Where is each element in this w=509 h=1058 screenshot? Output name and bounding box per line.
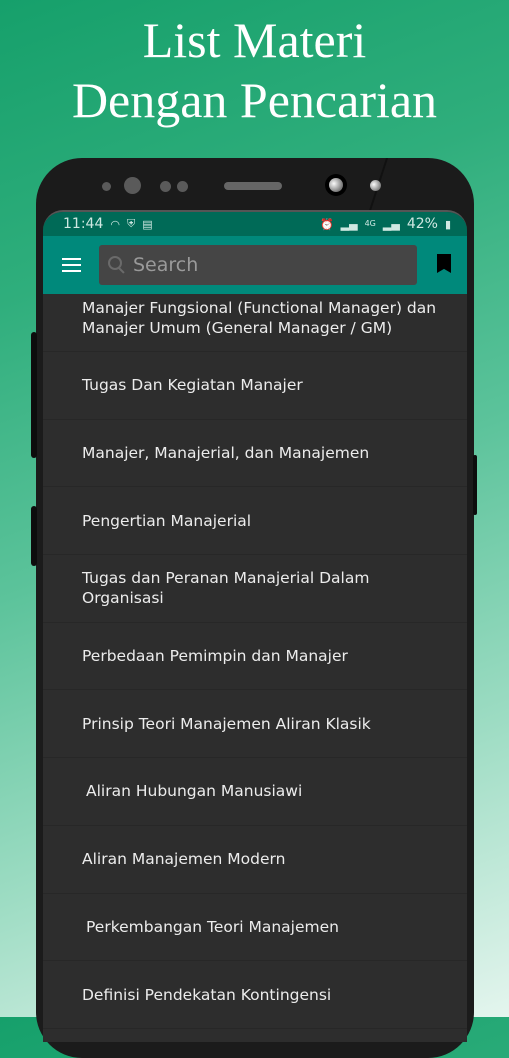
sensor-dot [160, 181, 171, 192]
battery-charging-icon: ▮ [444, 217, 451, 231]
list-item[interactable]: Tugas Dan Kegiatan Manajer [43, 352, 467, 420]
proximity-sensor [124, 177, 141, 194]
phone-screen: 11:44 ◠ ⛨ ▤ ⏰ ▂▄ 4G ▂▄ 42% ▮ Manajer Fu [43, 210, 467, 1042]
sensor-dot [102, 182, 111, 191]
cloud-icon: ◠ [110, 217, 120, 231]
list-item[interactable]: Perkembangan Teori Manajemen [43, 894, 467, 962]
list-item[interactable]: Perbedaan Pemimpin dan Manajer [43, 623, 467, 691]
list-item-label: Manajer Fungsional (Functional Manager) … [82, 299, 437, 337]
list-item-label: Perkembangan Teori Manajemen [86, 917, 339, 936]
list-item-label: Definisi Pendekatan Kontingensi [82, 985, 332, 1004]
wifi-icon: ▤ [142, 217, 153, 231]
list-item[interactable]: Tugas dan Peranan Manajerial Dalam Organ… [43, 555, 467, 623]
list-item[interactable]: Manajer Fungsional (Functional Manager) … [43, 294, 467, 352]
shield-icon: ⛨ [126, 217, 136, 230]
list-item-label: Perbedaan Pemimpin dan Manajer [82, 647, 348, 666]
hamburger-menu-icon [61, 258, 81, 272]
signal-icon: ▂▄ [340, 217, 358, 231]
earpiece-speaker [224, 182, 282, 190]
list-item[interactable]: Manajer, Manajerial, dan Manajemen [43, 420, 467, 488]
list-item-label: Tugas dan Peranan Manajerial Dalam Organ… [82, 569, 370, 608]
promo-title-line-2: Dengan Pencarian [71, 72, 438, 128]
list-item[interactable]: Definisi Pendekatan Kontingensi [43, 961, 467, 1029]
sensor-dot [177, 181, 188, 192]
volume-button [31, 332, 37, 458]
list-item-label: Aliran Manajemen Modern [82, 850, 286, 869]
list-item[interactable]: Aliran Manajemen Modern [43, 826, 467, 894]
list-item[interactable]: Pengertian Manajerial [43, 487, 467, 556]
search-icon [107, 255, 127, 275]
front-camera [325, 174, 347, 196]
app-bar [43, 236, 467, 294]
bixby-button [31, 506, 37, 566]
list-item-label: Tugas Dan Kegiatan Manajer [82, 376, 303, 395]
menu-button[interactable] [43, 236, 99, 294]
4g-icon: 4G [364, 219, 376, 228]
alarm-icon: ⏰ [319, 217, 334, 231]
bookmark-icon [437, 254, 451, 273]
materi-list: Manajer Fungsional (Functional Manager) … [43, 294, 467, 1029]
signal-icon: ▂▄ [382, 217, 400, 231]
promo-title: List Materi Dengan Pencarian [0, 10, 509, 130]
list-item[interactable]: Aliran Hubungan Manusiawi [43, 758, 467, 826]
search-input[interactable] [131, 253, 417, 277]
list-item-label: Aliran Hubungan Manusiawi [86, 782, 303, 801]
status-time: 11:44 [63, 216, 104, 232]
list-item[interactable]: Prinsip Teori Manajemen Aliran Klasik [43, 690, 467, 759]
promo-title-line-1: List Materi [142, 12, 367, 68]
power-button [473, 455, 477, 515]
list-item-label: Manajer, Manajerial, dan Manajemen [82, 444, 370, 463]
battery-percent: 42% [406, 216, 438, 232]
iris-scanner [370, 180, 381, 191]
search-box[interactable] [99, 245, 417, 285]
list-item-label: Pengertian Manajerial [82, 511, 252, 530]
list-item-label: Prinsip Teori Manajemen Aliran Klasik [82, 714, 371, 733]
bookmark-button[interactable] [437, 254, 453, 276]
status-bar: 11:44 ◠ ⛨ ▤ ⏰ ▂▄ 4G ▂▄ 42% ▮ [43, 212, 467, 236]
